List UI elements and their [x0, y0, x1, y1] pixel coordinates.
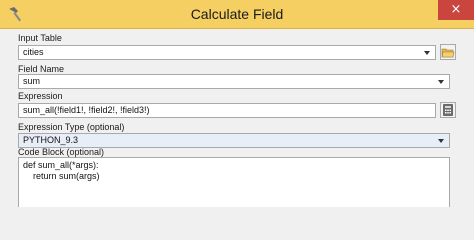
- code-block-editor[interactable]: def sum_all(*args): return sum(args): [18, 157, 450, 207]
- dialog-body: Input Table cities Field Name sum Expres…: [10, 29, 474, 207]
- expression-type-dropdown[interactable]: PYTHON_9.3: [18, 133, 450, 148]
- browse-table-button[interactable]: [440, 44, 456, 60]
- chevron-down-icon: [438, 80, 444, 84]
- expression-label: Expression: [18, 91, 63, 101]
- expression-value: sum_all(!field1!, !field2!, !field3!): [23, 105, 150, 115]
- chevron-down-icon: [438, 139, 444, 143]
- expression-builder-button[interactable]: [440, 102, 456, 118]
- input-table-value: cities: [23, 47, 44, 57]
- chevron-down-icon: [424, 51, 430, 55]
- code-line: return sum(args): [23, 171, 100, 181]
- field-name-value: sum: [23, 76, 41, 86]
- expression-input[interactable]: sum_all(!field1!, !field2!, !field3!): [18, 103, 436, 118]
- close-button[interactable]: ×: [438, 0, 474, 20]
- expression-type-label: Expression Type (optional): [18, 122, 125, 132]
- input-table-dropdown[interactable]: cities: [18, 45, 436, 60]
- open-folder-icon: [441, 48, 455, 58]
- code-block-label: Code Block (optional): [18, 147, 105, 157]
- calculator-icon: [443, 104, 453, 116]
- field-name-dropdown[interactable]: sum: [18, 74, 450, 89]
- input-table-label: Input Table: [18, 33, 62, 43]
- title-bar[interactable]: Calculate Field ×: [0, 0, 474, 29]
- expression-type-value: PYTHON_9.3: [23, 135, 79, 145]
- field-name-label: Field Name: [18, 64, 65, 74]
- window-title: Calculate Field: [190, 6, 284, 22]
- code-line: def sum_all(*args):: [23, 160, 99, 170]
